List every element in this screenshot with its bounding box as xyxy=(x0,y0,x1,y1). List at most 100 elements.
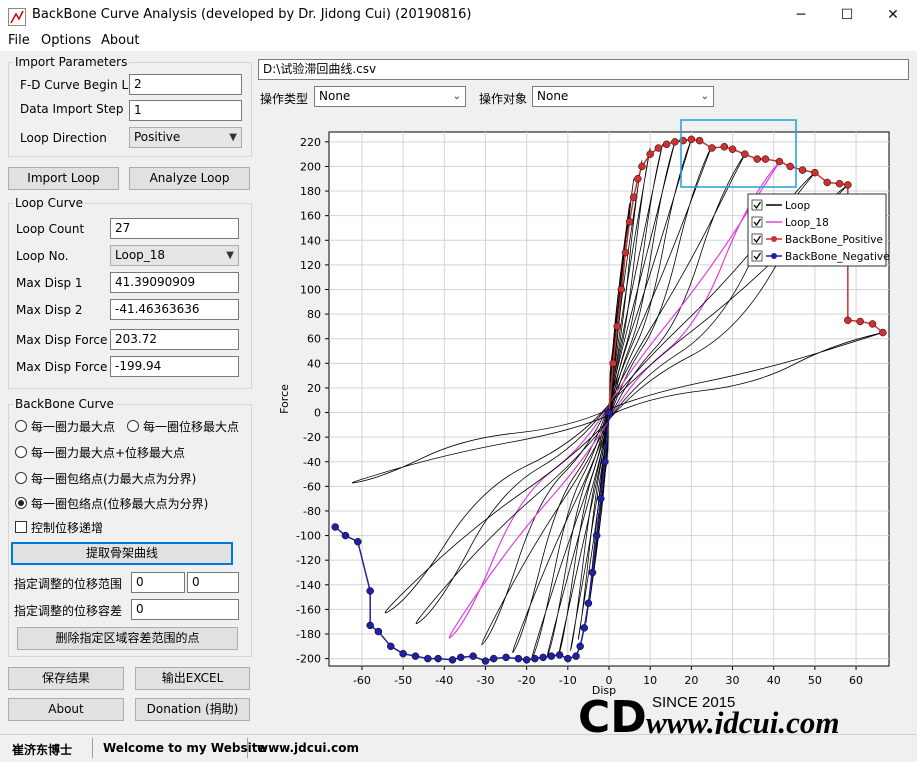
analyze-loop-button[interactable]: Analyze Loop xyxy=(129,167,250,190)
y-tick-label: 100 xyxy=(300,283,321,296)
y-tick-label: 220 xyxy=(300,136,321,149)
backbone-positive-point xyxy=(741,150,749,158)
backbone-positive-point xyxy=(634,175,642,183)
loop-direction-value: Positive xyxy=(134,130,181,144)
backbone-positive-point xyxy=(625,218,634,226)
delete-points-button[interactable]: 删除指定区域容差范围的点 xyxy=(17,627,238,650)
y-tick-label: 0 xyxy=(314,407,321,420)
save-results-button[interactable]: 保存结果 xyxy=(8,667,124,690)
loop-direction-select[interactable]: Positive ▼ xyxy=(129,127,242,148)
disp-tolerance-input[interactable]: 0 xyxy=(131,599,239,620)
backbone-positive-point xyxy=(844,316,852,325)
backbone-negative-point xyxy=(592,531,601,540)
control-disp-checkbox[interactable] xyxy=(15,521,27,533)
status-bar: 崔济东博士 Welcome to my Website www.jdcui.co… xyxy=(0,734,917,762)
max-force1-input[interactable]: 203.72 xyxy=(110,329,239,350)
max-force2-input[interactable]: -199.94 xyxy=(110,356,239,377)
backbone-positive-point xyxy=(811,168,819,177)
title-bar: BackBone Curve Analysis (developed by Dr… xyxy=(0,0,917,31)
backbone-negative-point xyxy=(399,649,407,658)
backbone-positive-point xyxy=(844,181,852,189)
x-tick-label: 30 xyxy=(726,674,740,687)
loop-no-select[interactable]: Loop_18 ▼ xyxy=(110,245,239,266)
logo-site: www.jdcui.com xyxy=(646,705,839,734)
legend-checkbox[interactable] xyxy=(751,233,763,245)
backbone-negative-point xyxy=(588,568,597,577)
backbone-negative-point xyxy=(502,653,510,662)
import-step-input[interactable]: 1 xyxy=(129,100,242,121)
file-path-input[interactable]: D:\试验滞回曲线.csv xyxy=(258,59,909,80)
disp-range-from-input[interactable]: 0 xyxy=(131,572,185,593)
y-tick-label: 20 xyxy=(307,382,321,395)
backbone-negative-point xyxy=(489,654,498,663)
radio-force-disp-max[interactable] xyxy=(15,446,27,458)
backbone-legend: BackBone Curve xyxy=(15,397,114,411)
legend-checkbox[interactable] xyxy=(751,199,763,211)
op-type-select[interactable]: None ⌄ xyxy=(314,86,466,107)
max-force2-label: Max Disp Force 2 xyxy=(16,360,119,374)
y-tick-label: -140 xyxy=(296,579,321,592)
close-icon[interactable]: ✕ xyxy=(870,0,916,31)
about-button[interactable]: About xyxy=(8,698,124,721)
backbone-negative-point xyxy=(331,523,339,531)
x-tick-label: -20 xyxy=(518,674,536,687)
import-loop-button[interactable]: Import Loop xyxy=(8,167,119,190)
y-tick-label: 160 xyxy=(300,210,321,223)
disp-range-to-input[interactable]: 0 xyxy=(187,572,239,593)
legend-checkbox[interactable] xyxy=(751,250,763,262)
y-tick-label: -40 xyxy=(303,456,321,469)
import-step-label: Data Import Step xyxy=(20,102,124,116)
y-tick-label: -120 xyxy=(296,554,321,567)
radio-disp-max[interactable] xyxy=(127,420,139,432)
y-tick-label: 200 xyxy=(300,160,321,173)
status-url[interactable]: www.jdcui.com xyxy=(257,741,359,755)
backbone-positive-point xyxy=(708,144,716,152)
legend-label: BackBone_Positive xyxy=(785,234,883,246)
y-tick-label: -160 xyxy=(296,603,321,616)
menu-about[interactable]: About xyxy=(101,33,139,48)
legend-checkbox[interactable] xyxy=(751,216,763,228)
menu-options[interactable]: Options xyxy=(41,33,91,48)
export-excel-button[interactable]: 输出EXCEL xyxy=(135,667,250,690)
backbone-positive-point xyxy=(868,320,877,328)
y-tick-label: 40 xyxy=(307,357,321,370)
hysteresis-chart[interactable]: -60 -50 -40 -30 -20 -10 0 10 20 30 40 50 60-200-180-… xyxy=(258,108,912,698)
backbone-positive-point xyxy=(687,135,696,144)
maximize-icon[interactable]: ☐ xyxy=(824,0,870,31)
begin-line-input[interactable]: 2 xyxy=(129,74,242,95)
loop-no-value: Loop_18 xyxy=(115,248,166,262)
radio-envelope-disp[interactable] xyxy=(15,497,27,509)
backbone-negative-point xyxy=(522,656,531,664)
minimize-icon[interactable]: ─ xyxy=(778,0,824,31)
backbone-negative-point xyxy=(341,531,350,540)
loop-curve-legend: Loop Curve xyxy=(15,196,83,210)
radio-envelope-force[interactable] xyxy=(15,472,27,484)
loop-no-label: Loop No. xyxy=(16,249,69,263)
y-tick-label: -60 xyxy=(303,480,321,493)
op-target-select[interactable]: None ⌄ xyxy=(532,86,714,107)
chevron-down-icon: ▼ xyxy=(226,250,234,261)
radio-force-max[interactable] xyxy=(15,420,27,432)
extract-backbone-button[interactable]: 提取骨架曲线 xyxy=(11,542,233,565)
x-tick-label: 60 xyxy=(849,674,863,687)
op-type-label: 操作类型 xyxy=(260,92,309,106)
backbone-positive-point xyxy=(761,155,770,163)
backbone-negative-point xyxy=(366,621,374,630)
y-tick-label: -180 xyxy=(296,628,321,641)
backbone-negative-point xyxy=(572,652,580,660)
backbone-negative-point xyxy=(374,627,383,636)
backbone-positive-point xyxy=(856,317,864,326)
backbone-positive-point xyxy=(629,193,638,201)
window-title: BackBone Curve Analysis (developed by Dr… xyxy=(32,7,472,22)
donation-button[interactable]: Donation (捐助) xyxy=(135,698,250,721)
loop-count-input[interactable]: 27 xyxy=(110,218,239,239)
backbone-negative-point xyxy=(387,642,395,651)
max-disp1-input[interactable]: 41.39090909 xyxy=(110,272,239,293)
backbone-positive-point xyxy=(646,150,654,158)
jdcui-logo: CD SINCE 2015 www.jdcui.com xyxy=(578,692,839,734)
backbone-negative-point xyxy=(601,458,609,466)
backbone-negative-point xyxy=(580,624,589,632)
backbone-negative-point xyxy=(424,654,432,663)
menu-file[interactable]: File xyxy=(8,33,30,48)
max-disp2-input[interactable]: -41.46363636 xyxy=(110,299,239,320)
